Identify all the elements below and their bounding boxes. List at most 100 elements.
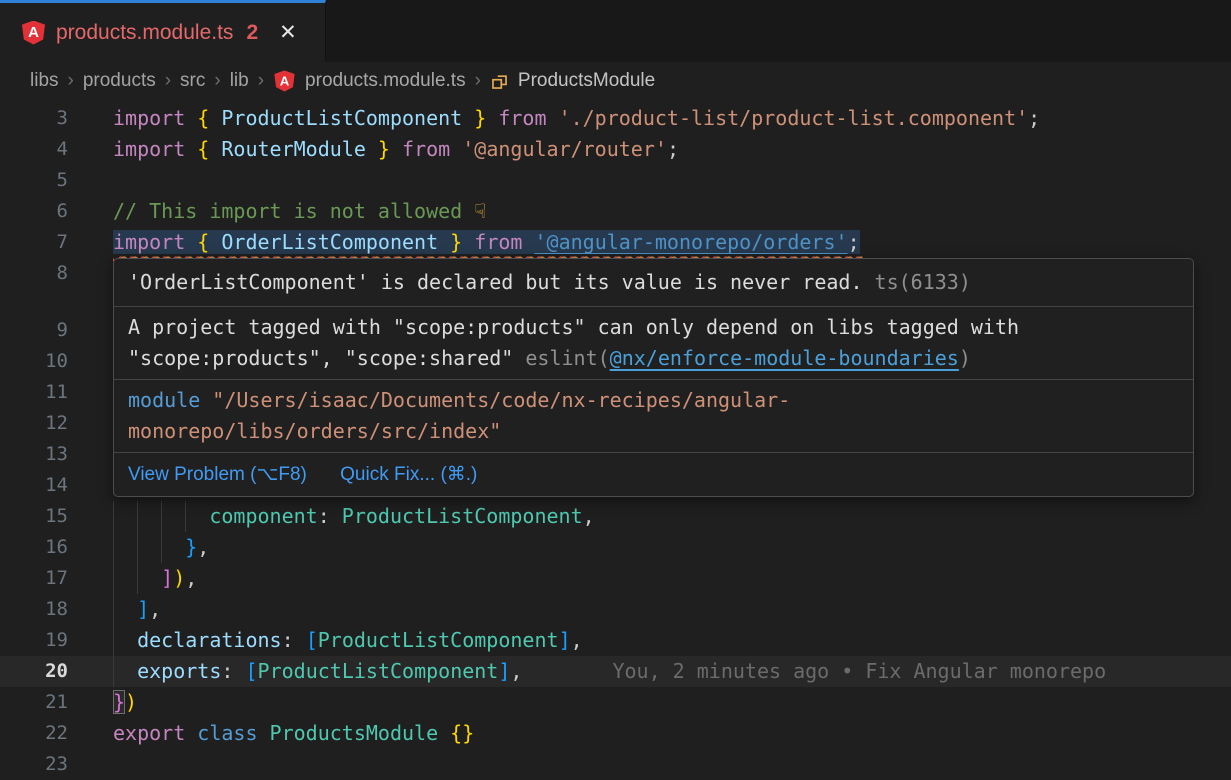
code-token: } xyxy=(113,690,125,714)
breadcrumb-separator: › xyxy=(475,70,481,92)
code-line[interactable]: 16 }, xyxy=(0,532,1231,563)
tab-problem-badge: 2 xyxy=(246,21,258,45)
breadcrumb-symbol[interactable]: ProductsModule xyxy=(518,70,655,92)
code-token: OrderListComponent xyxy=(221,230,438,254)
code-text: import { OrderListComponent } from '@ang… xyxy=(68,227,860,258)
class-symbol-icon xyxy=(490,72,509,91)
code-token: from xyxy=(462,230,534,254)
code-token: ; xyxy=(1028,106,1040,130)
line-number: 16 xyxy=(0,532,68,563)
module-path-message: module "/Users/isaac/Documents/code/nx-r… xyxy=(114,379,1193,452)
indent-guide xyxy=(185,501,186,532)
tab-title: products.module.ts xyxy=(56,21,233,45)
code-line[interactable]: 6// This import is not allowed ☟ xyxy=(0,196,1231,227)
code-token: from xyxy=(486,106,558,130)
code-line[interactable]: 3import { ProductListComponent } from '.… xyxy=(0,103,1231,134)
code-token: ProductListComponent xyxy=(342,504,583,528)
code-line[interactable]: 22export class ProductsModule {} xyxy=(0,718,1231,749)
code-token: '@angular/router' xyxy=(462,137,667,161)
line-number: 11 xyxy=(0,377,68,408)
code-token: ] xyxy=(161,566,173,590)
code-token: import xyxy=(113,137,197,161)
code-token xyxy=(113,535,185,559)
angular-icon: A xyxy=(274,70,294,91)
code-token: } xyxy=(438,230,462,254)
code-token: } xyxy=(366,137,390,161)
code-token: , xyxy=(185,566,197,590)
code-token xyxy=(113,597,137,621)
code-token: , xyxy=(149,597,161,621)
error-hover-popup: 'OrderListComponent' is declared but its… xyxy=(113,258,1194,497)
indent-guide xyxy=(113,594,114,625)
code-token: ProductListComponent xyxy=(221,106,462,130)
code-text: ]), xyxy=(68,563,197,594)
code-token: : xyxy=(221,659,245,683)
code-token: } xyxy=(185,535,197,559)
code-line[interactable]: 21}) xyxy=(0,687,1231,718)
code-token: ] xyxy=(137,597,149,621)
line-number: 23 xyxy=(0,749,68,780)
code-line[interactable]: 4import { RouterModule } from '@angular/… xyxy=(0,134,1231,165)
tab-bar: A products.module.ts 2 ✕ xyxy=(0,0,1231,62)
tab-products-module[interactable]: A products.module.ts 2 ✕ xyxy=(0,0,326,62)
code-token: ProductListComponent xyxy=(258,659,499,683)
code-token: {} xyxy=(450,721,474,745)
git-blame-annotation: You, 2 minutes ago • Fix Angular monorep… xyxy=(612,659,1106,683)
indent-guide xyxy=(161,532,162,563)
close-icon[interactable]: ✕ xyxy=(279,20,297,45)
module-path-line2: monorepo/libs/orders/src/index" xyxy=(128,416,1179,447)
code-text: exports: [ProductListComponent],You, 2 m… xyxy=(68,656,1106,687)
indent-guide xyxy=(137,563,138,594)
breadcrumb-item[interactable]: lib xyxy=(230,70,249,92)
code-line[interactable]: 18 ], xyxy=(0,594,1231,625)
line-number: 20 xyxy=(0,656,68,687)
breadcrumb-item[interactable]: src xyxy=(180,70,205,92)
ts-error-code: ts(6133) xyxy=(863,270,971,294)
code-token: import xyxy=(113,106,197,130)
quick-fix-action[interactable]: Quick Fix... (⌘.) xyxy=(340,464,477,485)
code-line[interactable]: 7import { OrderListComponent } from '@an… xyxy=(0,227,1231,258)
indent-guide xyxy=(161,501,162,532)
code-token xyxy=(113,628,137,652)
indent-guide xyxy=(113,532,114,563)
breadcrumb-item[interactable]: products xyxy=(83,70,156,92)
line-number: 10 xyxy=(0,346,68,377)
module-path-line1: module "/Users/isaac/Documents/code/nx-r… xyxy=(128,385,1179,416)
code-text: import { RouterModule } from '@angular/r… xyxy=(68,134,679,165)
module-path-text2: monorepo/libs/orders/src/index" xyxy=(128,419,501,443)
indent-guide xyxy=(113,501,114,532)
code-token: , xyxy=(197,535,209,559)
code-line[interactable]: 15 component: ProductListComponent, xyxy=(0,501,1231,532)
code-text: }) xyxy=(68,687,137,718)
code-line[interactable]: 5 xyxy=(0,165,1231,196)
line-number: 15 xyxy=(0,501,68,532)
line-number: 4 xyxy=(0,134,68,165)
code-line[interactable]: 23 xyxy=(0,749,1231,780)
breadcrumb-item[interactable]: libs xyxy=(30,70,59,92)
code-token: ; xyxy=(667,137,679,161)
eslint-message: A project tagged with "scope:products" c… xyxy=(114,306,1193,379)
view-problem-action[interactable]: View Problem (⌥F8) xyxy=(128,464,307,485)
line-number: 14 xyxy=(0,470,68,501)
code-token: declarations xyxy=(137,628,282,652)
code-token: [ xyxy=(245,659,257,683)
code-token xyxy=(113,659,137,683)
line-number: 5 xyxy=(0,165,68,196)
code-token: } xyxy=(462,106,486,130)
breadcrumb-separator: › xyxy=(68,70,74,92)
line-number: 19 xyxy=(0,625,68,656)
code-token: , xyxy=(583,504,595,528)
line-number: 22 xyxy=(0,718,68,749)
breadcrumb-file[interactable]: products.module.ts xyxy=(305,70,466,92)
code-token: ProductsModule xyxy=(270,721,451,745)
code-line[interactable]: 19 declarations: [ProductListComponent], xyxy=(0,625,1231,656)
code-line[interactable]: 20 exports: [ProductListComponent],You, … xyxy=(0,656,1231,687)
breadcrumb-separator: › xyxy=(258,70,264,92)
eslint-rule-link[interactable]: @nx/enforce-module-boundaries xyxy=(610,346,959,370)
code-token: ProductListComponent xyxy=(318,628,559,652)
code-line[interactable]: 17 ]), xyxy=(0,563,1231,594)
eslint-line1: A project tagged with "scope:products" c… xyxy=(128,312,1179,343)
code-token: from xyxy=(390,137,462,161)
line-number: 6 xyxy=(0,196,68,227)
code-editor[interactable]: 3import { ProductListComponent } from '.… xyxy=(0,100,1231,780)
